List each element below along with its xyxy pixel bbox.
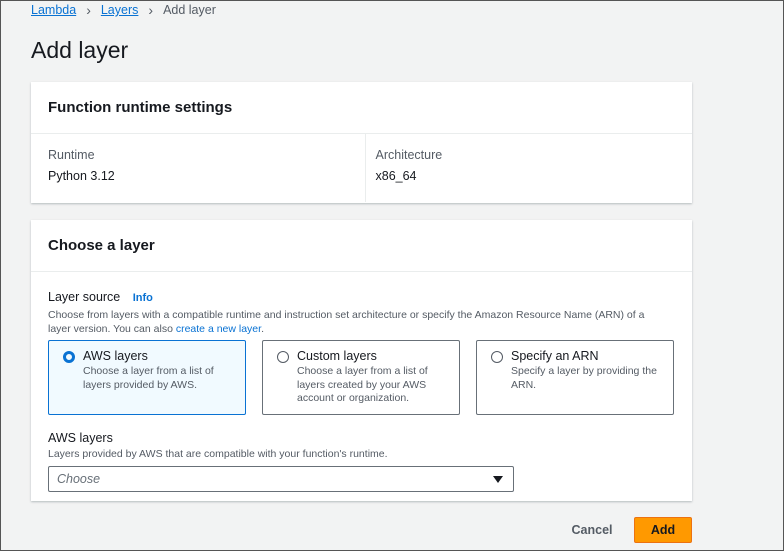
option-description: Specify a layer by providing the ARN. [511,365,657,391]
cancel-button[interactable]: Cancel [561,517,623,543]
aws-layers-label: AWS layers [48,431,113,445]
option-title: Specify an ARN [511,349,599,363]
option-aws-layers[interactable]: AWS layers Choose a layer from a list of… [48,340,246,415]
create-new-layer-link[interactable]: create a new layer [176,323,261,335]
layer-source-options: AWS layers Choose a layer from a list of… [48,340,675,415]
page-title: Add layer [31,37,129,63]
radio-unselected-icon[interactable] [491,351,503,363]
select-placeholder: Choose [57,472,101,486]
architecture-field: Architecture x86_64 [364,134,693,202]
radio-unselected-icon[interactable] [277,351,289,363]
architecture-label: Architecture [375,148,443,162]
option-specify-arn[interactable]: Specify an ARN Specify a layer by provid… [476,340,674,415]
runtime-settings-title: Function runtime settings [31,82,692,134]
breadcrumb-layers-link[interactable]: Layers [101,3,139,17]
runtime-label: Runtime [48,148,95,162]
layer-source-label: Layer source [48,290,121,304]
chevron-right-icon: › [148,2,154,18]
description-text: Choose from layers with a compatible run… [48,309,645,335]
choose-layer-title: Choose a layer [31,220,692,272]
breadcrumb: Lambda › Layers › Add layer [31,3,216,17]
info-link[interactable]: Info [133,292,153,304]
option-custom-layers[interactable]: Custom layers Choose a layer from a list… [262,340,460,415]
breadcrumb-lambda-link[interactable]: Lambda [31,3,76,17]
choose-layer-panel: Choose a layer Layer source Info Choose … [31,220,692,501]
add-button[interactable]: Add [634,517,692,543]
breadcrumb-current: Add layer [163,3,216,17]
chevron-right-icon: › [86,2,91,18]
runtime-field: Runtime Python 3.12 [31,134,365,202]
option-title: AWS layers [83,349,148,363]
aws-layers-description: Layers provided by AWS that are compatib… [48,448,388,460]
layer-source-description: Choose from layers with a compatible run… [48,308,658,336]
runtime-settings-panel: Function runtime settings Runtime Python… [31,82,692,203]
architecture-value: x86_64 [375,169,417,183]
aws-layers-select[interactable]: Choose [48,466,514,492]
description-end: . [261,323,264,335]
option-description: Choose a layer from a list of layers cre… [297,365,428,404]
runtime-value: Python 3.12 [48,169,115,183]
option-title: Custom layers [297,349,377,363]
caret-down-icon [493,475,503,483]
radio-selected-icon[interactable] [63,351,75,363]
option-description: Choose a layer from a list of layers pro… [83,365,214,391]
